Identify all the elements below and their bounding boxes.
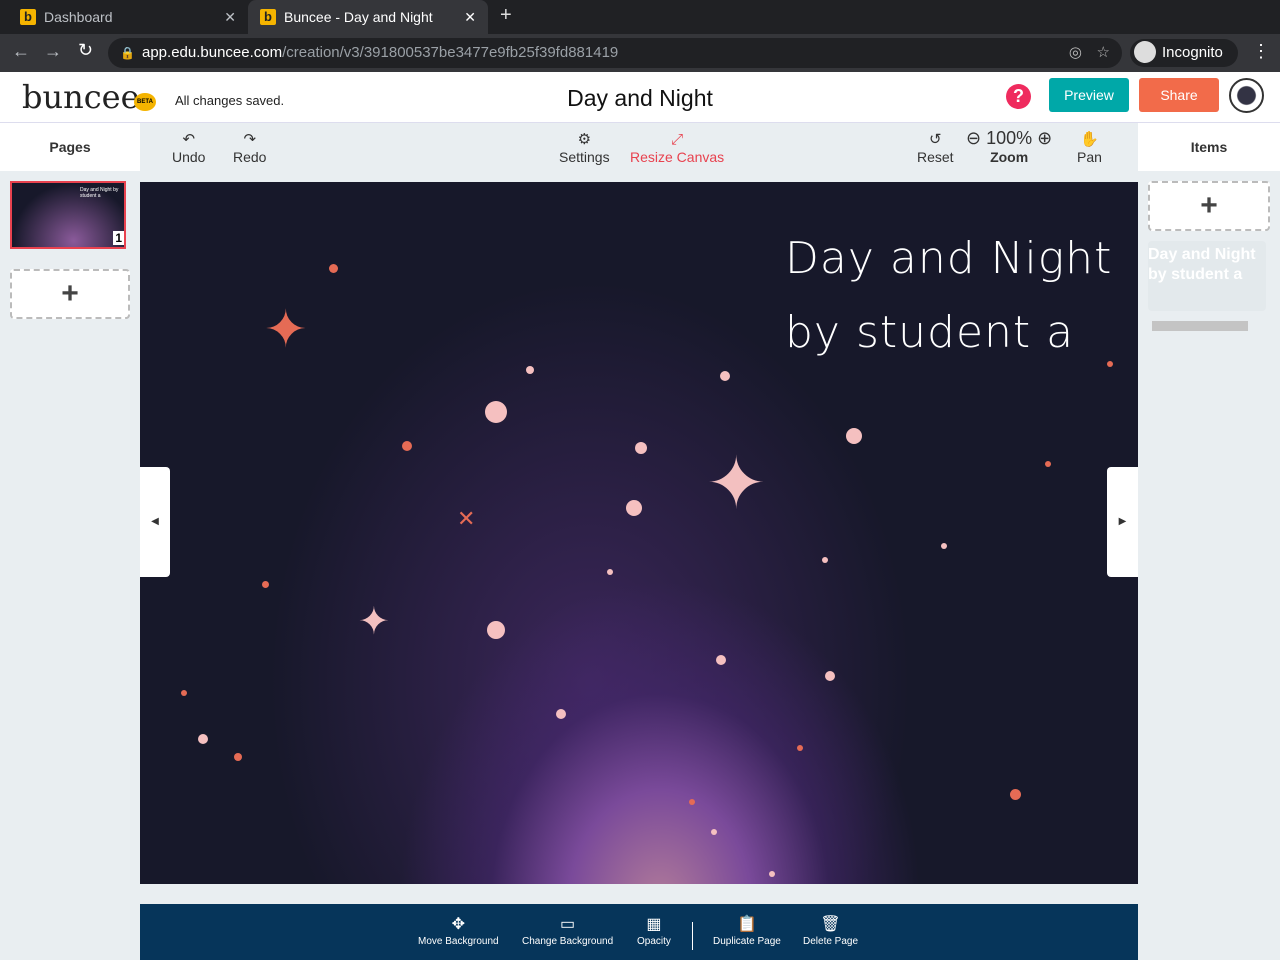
star-dot bbox=[402, 441, 412, 451]
star-dot bbox=[485, 401, 507, 423]
items-panel: Items + Day and Night by student a bbox=[1138, 123, 1280, 960]
hand-icon: ✋ bbox=[1080, 131, 1099, 148]
star-dot bbox=[626, 500, 642, 516]
add-page-button[interactable]: + bbox=[10, 269, 130, 319]
star-dot bbox=[198, 734, 208, 744]
trash-icon: 🗑 bbox=[820, 916, 841, 933]
share-button[interactable]: Share bbox=[1139, 78, 1219, 112]
star-dot bbox=[720, 371, 730, 381]
browser-tab-bar: b Dashboard ✕ b Buncee - Day and Night ✕ + bbox=[0, 0, 1280, 34]
star-dot bbox=[1009, 788, 1021, 800]
url-input[interactable]: 🔒 app.edu.buncee.com/creation/v3/39180053… bbox=[108, 38, 1122, 68]
star-dot bbox=[328, 263, 338, 273]
help-button[interactable]: ? bbox=[1006, 84, 1031, 109]
buncee-canvas[interactable]: ✦ ✦ ✦ ✕ Day and Night by student a bbox=[140, 182, 1138, 884]
incognito-badge[interactable]: Incognito bbox=[1130, 39, 1238, 67]
star-dot bbox=[181, 690, 187, 696]
forward-icon[interactable]: → bbox=[44, 41, 62, 62]
address-bar-row: ← → ↻ 🔒 app.edu.buncee.com/creation/v3/39… bbox=[0, 34, 1280, 72]
pages-title: Pages bbox=[0, 123, 140, 171]
avatar[interactable] bbox=[1229, 78, 1264, 113]
reset-button[interactable]: ↺ Reset bbox=[917, 131, 954, 165]
move-icon: ✥ bbox=[451, 916, 465, 933]
lock-icon: 🔒 bbox=[120, 46, 135, 60]
page-actions-bar: ✥ Move Background ▭ Change Background ▦ Opa… bbox=[140, 904, 1138, 960]
items-scrollbar[interactable] bbox=[1152, 321, 1248, 331]
redo-icon: ↷ bbox=[243, 131, 257, 148]
star-dot bbox=[607, 569, 613, 575]
buncee-favicon-icon: b bbox=[260, 9, 276, 25]
buncee-favicon-icon: b bbox=[20, 9, 36, 25]
star-dot bbox=[487, 621, 505, 639]
pages-panel: Pages Day and Night by student a 1 + bbox=[0, 123, 140, 960]
page-number: 1 bbox=[113, 231, 124, 245]
preview-button[interactable]: Preview bbox=[1049, 78, 1129, 112]
resize-canvas-button[interactable]: ⤢ Resize Canvas bbox=[630, 131, 724, 165]
canvas-title-text[interactable]: Day and Night by student a bbox=[785, 222, 1112, 370]
editor-toolbar: ↶ Undo ↷ Redo ⚙ Settings ⤢ Resize Canvas ↺ Re… bbox=[140, 123, 1138, 181]
duplicate-page-button[interactable]: 📋 Duplicate Page bbox=[713, 914, 781, 947]
back-icon[interactable]: ← bbox=[12, 41, 30, 62]
star-dot bbox=[689, 799, 695, 805]
star-dot bbox=[797, 745, 803, 751]
tab-buncee[interactable]: b Buncee - Day and Night ✕ bbox=[248, 0, 488, 34]
resize-icon: ⤢ bbox=[671, 131, 684, 148]
undo-icon: ↶ bbox=[182, 131, 196, 148]
eye-off-icon[interactable]: ◎ bbox=[1069, 38, 1082, 68]
close-icon[interactable]: ✕ bbox=[464, 9, 476, 26]
gear-icon: ⚙ bbox=[577, 131, 592, 148]
star-dot bbox=[234, 753, 242, 761]
undo-button[interactable]: ↶ Undo bbox=[172, 131, 205, 165]
sparkle-star-icon: ✦ bbox=[264, 301, 308, 359]
pan-button[interactable]: ✋ Pan bbox=[1077, 131, 1102, 165]
star-dot bbox=[635, 442, 647, 454]
image-icon: ▭ bbox=[560, 916, 576, 933]
app-header: buncee BETA All changes saved. Day and N… bbox=[0, 72, 1280, 123]
star-dot bbox=[261, 580, 269, 588]
star-icon[interactable]: ☆ bbox=[1097, 38, 1110, 68]
incognito-icon bbox=[1134, 41, 1156, 63]
sparkle-star-icon: ✦ bbox=[706, 444, 767, 524]
cross-icon: ✕ bbox=[457, 506, 476, 531]
reset-icon: ↺ bbox=[929, 131, 942, 148]
redo-button[interactable]: ↷ Redo bbox=[233, 131, 266, 165]
settings-button[interactable]: ⚙ Settings bbox=[559, 131, 610, 165]
prev-page-handle[interactable]: ◀ bbox=[140, 467, 170, 577]
star-dot bbox=[1045, 461, 1051, 467]
add-item-button[interactable]: + bbox=[1148, 181, 1270, 231]
star-dot bbox=[825, 671, 835, 681]
star-dot bbox=[711, 829, 717, 835]
page-thumbnail[interactable]: Day and Night by student a 1 bbox=[10, 181, 126, 249]
star-dot bbox=[526, 366, 534, 374]
clipboard-icon: 📋 bbox=[736, 916, 757, 933]
star-dot bbox=[941, 543, 947, 549]
next-page-handle[interactable]: ▶ bbox=[1107, 467, 1138, 577]
change-background-button[interactable]: ▭ Change Background bbox=[522, 914, 613, 947]
reload-icon[interactable]: ↻ bbox=[78, 40, 93, 61]
save-status: All changes saved. bbox=[175, 93, 285, 108]
star-dot bbox=[716, 655, 726, 665]
star-dot bbox=[846, 428, 862, 444]
items-title: Items bbox=[1138, 123, 1280, 171]
tab-dashboard[interactable]: b Dashboard ✕ bbox=[8, 0, 248, 34]
star-dot bbox=[822, 557, 828, 563]
star-dot bbox=[769, 871, 775, 877]
beta-badge: BETA bbox=[134, 93, 156, 111]
delete-page-button[interactable]: 🗑 Delete Page bbox=[803, 914, 858, 947]
zoom-control: ⊖ 100% ⊕ Zoom bbox=[966, 128, 1053, 165]
close-icon[interactable]: ✕ bbox=[224, 9, 236, 26]
item-text-layer[interactable]: Day and Night by student a bbox=[1148, 241, 1266, 311]
checkerboard-icon: ▦ bbox=[646, 916, 662, 933]
star-dot bbox=[556, 709, 566, 719]
zoom-out-icon[interactable]: ⊖ bbox=[966, 128, 981, 148]
opacity-button[interactable]: ▦ Opacity bbox=[637, 914, 671, 947]
sparkle-star-icon: ✦ bbox=[358, 601, 390, 643]
new-tab-button[interactable]: + bbox=[500, 4, 512, 27]
zoom-in-icon[interactable]: ⊕ bbox=[1037, 128, 1052, 148]
menu-icon[interactable]: ⋮ bbox=[1252, 41, 1270, 62]
divider bbox=[692, 922, 693, 950]
buncee-logo[interactable]: buncee bbox=[22, 78, 140, 116]
move-background-button[interactable]: ✥ Move Background bbox=[418, 914, 499, 947]
